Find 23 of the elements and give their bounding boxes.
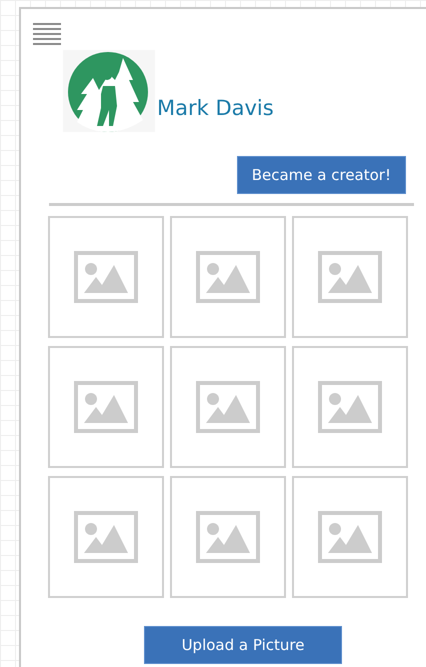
gallery-tile[interactable] [170,476,286,598]
image-placeholder-icon [196,251,260,303]
user-name: Mark Davis [157,96,274,120]
gallery-tile[interactable] [48,476,164,598]
gallery-tile[interactable] [292,216,408,338]
image-placeholder-icon [318,511,382,563]
become-creator-button[interactable]: Became a creator! [236,156,406,194]
image-placeholder-icon [318,381,382,433]
menu-icon[interactable] [33,22,61,46]
image-placeholder-icon [196,511,260,563]
gallery-tile[interactable] [48,216,164,338]
image-placeholder-icon [74,511,138,563]
gallery-tile[interactable] [48,346,164,468]
image-placeholder-icon [74,381,138,433]
image-placeholder-icon [318,251,382,303]
image-placeholder-icon [196,381,260,433]
gallery-tile[interactable] [292,476,408,598]
gallery-tile[interactable] [170,346,286,468]
upload-picture-button[interactable]: Upload a Picture [144,626,342,664]
gallery-tile[interactable] [170,216,286,338]
hiker-logo-icon [63,50,155,132]
image-placeholder-icon [74,251,138,303]
gallery-tile[interactable] [292,346,408,468]
